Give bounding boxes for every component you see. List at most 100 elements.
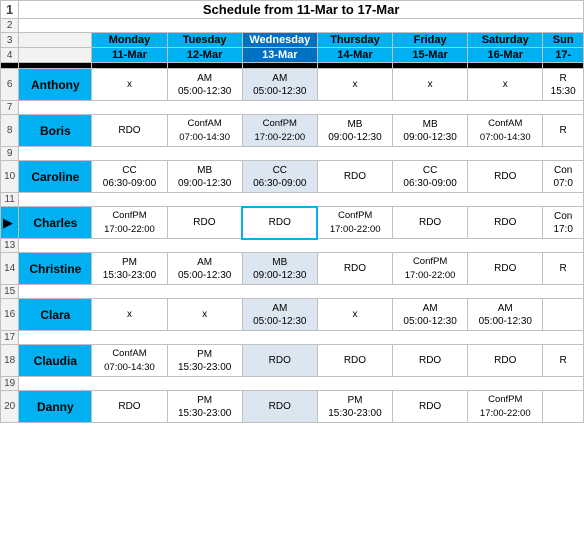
boris-thu: MB09:00-12:30: [317, 115, 392, 147]
christine-wed: MB09:00-12:30: [242, 253, 317, 285]
saturday-date: 16-Mar: [468, 48, 543, 63]
clara-sun: [543, 299, 584, 331]
boris-wed: ConfPM17:00-22:00: [242, 115, 317, 147]
empty-row-19: 19: [1, 377, 584, 391]
tuesday-date: 12-Mar: [167, 48, 242, 63]
anthony-row: 6 Anthony x AM05:00-12:30 AM05:00-12:30 …: [1, 69, 584, 101]
anthony-mon: x: [92, 69, 167, 101]
christine-row: 14 Christine PM15:30-23:00 AM05:00-12:30…: [1, 253, 584, 285]
danny-fri: RDO: [393, 391, 468, 423]
christine-name: Christine: [19, 253, 92, 285]
caroline-name: Caroline: [19, 161, 92, 193]
claudia-mon: ConfAM07:00-14:30: [92, 345, 167, 377]
boris-fri: MB09:00-12:30: [393, 115, 468, 147]
charles-mon: ConfPM17:00-22:00: [92, 207, 167, 239]
clara-mon: x: [92, 299, 167, 331]
empty-row-7: 7: [1, 101, 584, 115]
danny-sat: ConfPM17:00-22:00: [468, 391, 543, 423]
spreadsheet-title: Schedule from 11-Mar to 17-Mar: [19, 1, 584, 19]
claudia-wed: RDO: [242, 345, 317, 377]
empty-row-13: 13: [1, 239, 584, 253]
sunday-header: Sun: [543, 33, 584, 48]
thursday-header: Thursday: [317, 33, 392, 48]
anthony-tue: AM05:00-12:30: [167, 69, 242, 101]
boris-row: 8 Boris RDO ConfAM07:00-14:30 ConfPM17:0…: [1, 115, 584, 147]
caroline-wed: CC06:30-09:00: [242, 161, 317, 193]
caroline-sat: RDO: [468, 161, 543, 193]
christine-tue: AM05:00-12:30: [167, 253, 242, 285]
danny-tue: PM15:30-23:00: [167, 391, 242, 423]
monday-date: 11-Mar: [92, 48, 167, 63]
claudia-sat: RDO: [468, 345, 543, 377]
caroline-mon: CC06:30-09:00: [92, 161, 167, 193]
empty-row-2: 2: [1, 19, 584, 33]
christine-mon: PM15:30-23:00: [92, 253, 167, 285]
claudia-thu: RDO: [317, 345, 392, 377]
christine-sat: RDO: [468, 253, 543, 285]
friday-header: Friday: [393, 33, 468, 48]
boris-sat: ConfAM07:00-14:30: [468, 115, 543, 147]
caroline-row: 10 Caroline CC06:30-09:00 MB09:00-12:30 …: [1, 161, 584, 193]
anthony-wed: AM05:00-12:30: [242, 69, 317, 101]
title-row: 1 Schedule from 11-Mar to 17-Mar: [1, 1, 584, 19]
clara-fri: AM05:00-12:30: [393, 299, 468, 331]
empty-row-9: 9: [1, 147, 584, 161]
empty-row-15: 15: [1, 285, 584, 299]
saturday-header: Saturday: [468, 33, 543, 48]
charles-name: Charles: [19, 207, 92, 239]
anthony-name: Anthony: [19, 69, 92, 101]
boris-tue: ConfAM07:00-14:30: [167, 115, 242, 147]
danny-row: 20 Danny RDO PM15:30-23:00 RDO PM15:30-2…: [1, 391, 584, 423]
wednesday-date: 13-Mar: [242, 48, 317, 63]
caroline-fri: CC06:30-09:00: [393, 161, 468, 193]
boris-name: Boris: [19, 115, 92, 147]
caroline-sun: Con07:0: [543, 161, 584, 193]
empty-row-17: 17: [1, 331, 584, 345]
spreadsheet: 1 Schedule from 11-Mar to 17-Mar 2 3 Mon…: [0, 0, 584, 423]
christine-fri: ConfPM17:00-22:00: [393, 253, 468, 285]
row-arrow-12: ▶ 12: [1, 207, 19, 239]
empty-row-11: 11: [1, 193, 584, 207]
clara-thu: x: [317, 299, 392, 331]
row-num-2: 2: [1, 19, 19, 33]
claudia-fri: RDO: [393, 345, 468, 377]
danny-sun: [543, 391, 584, 423]
charles-sat: RDO: [468, 207, 543, 239]
clara-row: 16 Clara x x AM05:00-12:30 x AM05:00-12:…: [1, 299, 584, 331]
clara-name: Clara: [19, 299, 92, 331]
clara-sat: AM05:00-12:30: [468, 299, 543, 331]
charles-thu: ConfPM17:00-22:00: [317, 207, 392, 239]
row-num-1: 1: [1, 1, 19, 19]
monday-header: Monday: [92, 33, 167, 48]
danny-thu: PM15:30-23:00: [317, 391, 392, 423]
anthony-thu: x: [317, 69, 392, 101]
charles-fri: RDO: [393, 207, 468, 239]
clara-wed: AM05:00-12:30: [242, 299, 317, 331]
anthony-sat: x: [468, 69, 543, 101]
thursday-date: 14-Mar: [317, 48, 392, 63]
danny-mon: RDO: [92, 391, 167, 423]
charles-row: ▶ 12 Charles ConfPM17:00-22:00 RDO RDO C…: [1, 207, 584, 239]
danny-wed: RDO: [242, 391, 317, 423]
danny-name: Danny: [19, 391, 92, 423]
anthony-sun: R15:30: [543, 69, 584, 101]
charles-sun: Con17:0: [543, 207, 584, 239]
friday-date: 15-Mar: [393, 48, 468, 63]
anthony-fri: x: [393, 69, 468, 101]
caroline-tue: MB09:00-12:30: [167, 161, 242, 193]
claudia-row: 18 Claudia ConfAM07:00-14:30 PM15:30-23:…: [1, 345, 584, 377]
date-row: 4 11-Mar 12-Mar 13-Mar 14-Mar 15-Mar 16-…: [1, 48, 584, 63]
boris-mon: RDO: [92, 115, 167, 147]
clara-tue: x: [167, 299, 242, 331]
boris-sun: R: [543, 115, 584, 147]
tuesday-header: Tuesday: [167, 33, 242, 48]
header-row: 3 Monday Tuesday Wednesday Thursday Frid…: [1, 33, 584, 48]
christine-thu: RDO: [317, 253, 392, 285]
caroline-thu: RDO: [317, 161, 392, 193]
charles-tue: RDO: [167, 207, 242, 239]
christine-sun: R: [543, 253, 584, 285]
row-num-4: 4: [1, 48, 19, 63]
claudia-sun: R: [543, 345, 584, 377]
claudia-tue: PM15:30-23:00: [167, 345, 242, 377]
charles-wed[interactable]: RDO: [242, 207, 317, 239]
